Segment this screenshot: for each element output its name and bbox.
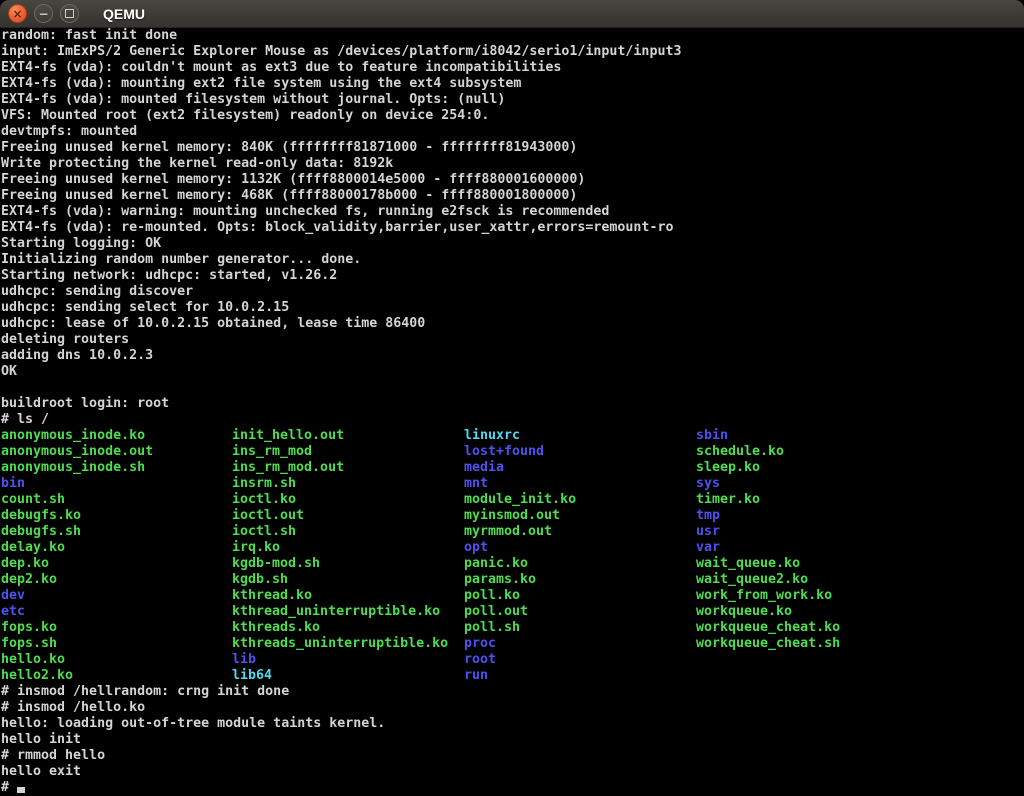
file-entry-kgdb-mod.sh: kgdb-mod.sh bbox=[232, 556, 448, 572]
file-entry-ioctl.out: ioctl.out bbox=[232, 508, 448, 524]
file-entry-count.sh: count.sh bbox=[1, 492, 153, 508]
file-entry-lib64: lib64 bbox=[232, 668, 448, 684]
minimize-button[interactable]: − bbox=[34, 4, 53, 23]
shell-prompt: # bbox=[1, 780, 17, 795]
file-entry-hello2.ko: hello2.ko bbox=[1, 668, 153, 684]
file-entry-kgdb.sh: kgdb.sh bbox=[232, 572, 448, 588]
file-entry-myrmmod.out: myrmmod.out bbox=[464, 524, 576, 540]
file-entry-anonymous_inode.sh: anonymous_inode.sh bbox=[1, 460, 153, 476]
file-entry-ioctl.sh: ioctl.sh bbox=[232, 524, 448, 540]
file-entry-schedule.ko: schedule.ko bbox=[696, 444, 840, 460]
ls-listing: anonymous_inode.koanonymous_inode.outano… bbox=[1, 428, 1024, 684]
file-entry-tmp: tmp bbox=[696, 508, 840, 524]
file-entry-debugfs.sh: debugfs.sh bbox=[1, 524, 153, 540]
file-entry-wait_queue.ko: wait_queue.ko bbox=[696, 556, 840, 572]
file-entry-kthread_uninterruptible.ko: kthread_uninterruptible.ko bbox=[232, 604, 448, 620]
file-entry-ioctl.ko: ioctl.ko bbox=[232, 492, 448, 508]
boot-log: random: fast init done input: ImExPS/2 G… bbox=[1, 28, 1024, 428]
close-button[interactable]: × bbox=[8, 4, 27, 23]
file-entry-lost+found: lost+found bbox=[464, 444, 576, 460]
file-entry-params.ko: params.ko bbox=[464, 572, 576, 588]
file-entry-mnt: mnt bbox=[464, 476, 576, 492]
window-titlebar[interactable]: × − QEMU bbox=[0, 0, 1024, 28]
file-entry-insrm.sh: insrm.sh bbox=[232, 476, 448, 492]
file-entry-lib: lib bbox=[232, 652, 448, 668]
file-entry-proc: proc bbox=[464, 636, 576, 652]
file-entry-root: root bbox=[464, 652, 576, 668]
file-entry-etc: etc bbox=[1, 604, 153, 620]
command-log: # insmod /hellrandom: crng init done # i… bbox=[1, 684, 1024, 780]
file-entry-sys: sys bbox=[696, 476, 840, 492]
file-entry-sleep.ko: sleep.ko bbox=[696, 460, 840, 476]
file-entry-poll.sh: poll.sh bbox=[464, 620, 576, 636]
text-cursor bbox=[17, 787, 25, 793]
file-entry-workqueue_cheat.ko: workqueue_cheat.ko bbox=[696, 620, 840, 636]
file-entry-delay.ko: delay.ko bbox=[1, 540, 153, 556]
file-entry-fops.sh: fops.sh bbox=[1, 636, 153, 652]
file-entry-fops.ko: fops.ko bbox=[1, 620, 153, 636]
file-entry-workqueue.ko: workqueue.ko bbox=[696, 604, 840, 620]
file-entry-bin: bin bbox=[1, 476, 153, 492]
file-entry-kthread.ko: kthread.ko bbox=[232, 588, 448, 604]
ls-column-3: linuxrclost+foundmediamntmodule_init.kom… bbox=[464, 428, 576, 684]
file-entry-module_init.ko: module_init.ko bbox=[464, 492, 576, 508]
file-entry-dep.ko: dep.ko bbox=[1, 556, 153, 572]
file-entry-work_from_work.ko: work_from_work.ko bbox=[696, 588, 840, 604]
file-entry-wait_queue2.ko: wait_queue2.ko bbox=[696, 572, 840, 588]
file-entry-init_hello.out: init_hello.out bbox=[232, 428, 448, 444]
shell-prompt-line[interactable]: # bbox=[1, 780, 1024, 796]
qemu-window: × − QEMU random: fast init done input: I… bbox=[0, 0, 1024, 796]
file-entry-panic.ko: panic.ko bbox=[464, 556, 576, 572]
file-entry-debugfs.ko: debugfs.ko bbox=[1, 508, 153, 524]
file-entry-poll.out: poll.out bbox=[464, 604, 576, 620]
ls-column-4: sbinschedule.kosleep.kosystimer.kotmpusr… bbox=[696, 428, 840, 652]
file-entry-myinsmod.out: myinsmod.out bbox=[464, 508, 576, 524]
file-entry-kthreads.ko: kthreads.ko bbox=[232, 620, 448, 636]
maximize-icon bbox=[65, 9, 74, 18]
file-entry-media: media bbox=[464, 460, 576, 476]
file-entry-timer.ko: timer.ko bbox=[696, 492, 840, 508]
file-entry-sbin: sbin bbox=[696, 428, 840, 444]
file-entry-run: run bbox=[464, 668, 576, 684]
file-entry-irq.ko: irq.ko bbox=[232, 540, 448, 556]
window-title: QEMU bbox=[103, 6, 145, 22]
file-entry-opt: opt bbox=[464, 540, 576, 556]
file-entry-anonymous_inode.ko: anonymous_inode.ko bbox=[1, 428, 153, 444]
file-entry-ins_rm_mod.out: ins_rm_mod.out bbox=[232, 460, 448, 476]
file-entry-linuxrc: linuxrc bbox=[464, 428, 576, 444]
file-entry-ins_rm_mod: ins_rm_mod bbox=[232, 444, 448, 460]
file-entry-hello.ko: hello.ko bbox=[1, 652, 153, 668]
file-entry-dev: dev bbox=[1, 588, 153, 604]
terminal-console[interactable]: random: fast init done input: ImExPS/2 G… bbox=[0, 28, 1024, 796]
file-entry-anonymous_inode.out: anonymous_inode.out bbox=[1, 444, 153, 460]
file-entry-var: var bbox=[696, 540, 840, 556]
ls-column-1: anonymous_inode.koanonymous_inode.outano… bbox=[1, 428, 153, 684]
file-entry-dep2.ko: dep2.ko bbox=[1, 572, 153, 588]
file-entry-poll.ko: poll.ko bbox=[464, 588, 576, 604]
ls-column-2: init_hello.outins_rm_modins_rm_mod.outin… bbox=[232, 428, 448, 684]
file-entry-kthreads_uninterruptible.ko: kthreads_uninterruptible.ko bbox=[232, 636, 448, 652]
file-entry-workqueue_cheat.sh: workqueue_cheat.sh bbox=[696, 636, 840, 652]
file-entry-usr: usr bbox=[696, 524, 840, 540]
maximize-button[interactable] bbox=[60, 4, 79, 23]
